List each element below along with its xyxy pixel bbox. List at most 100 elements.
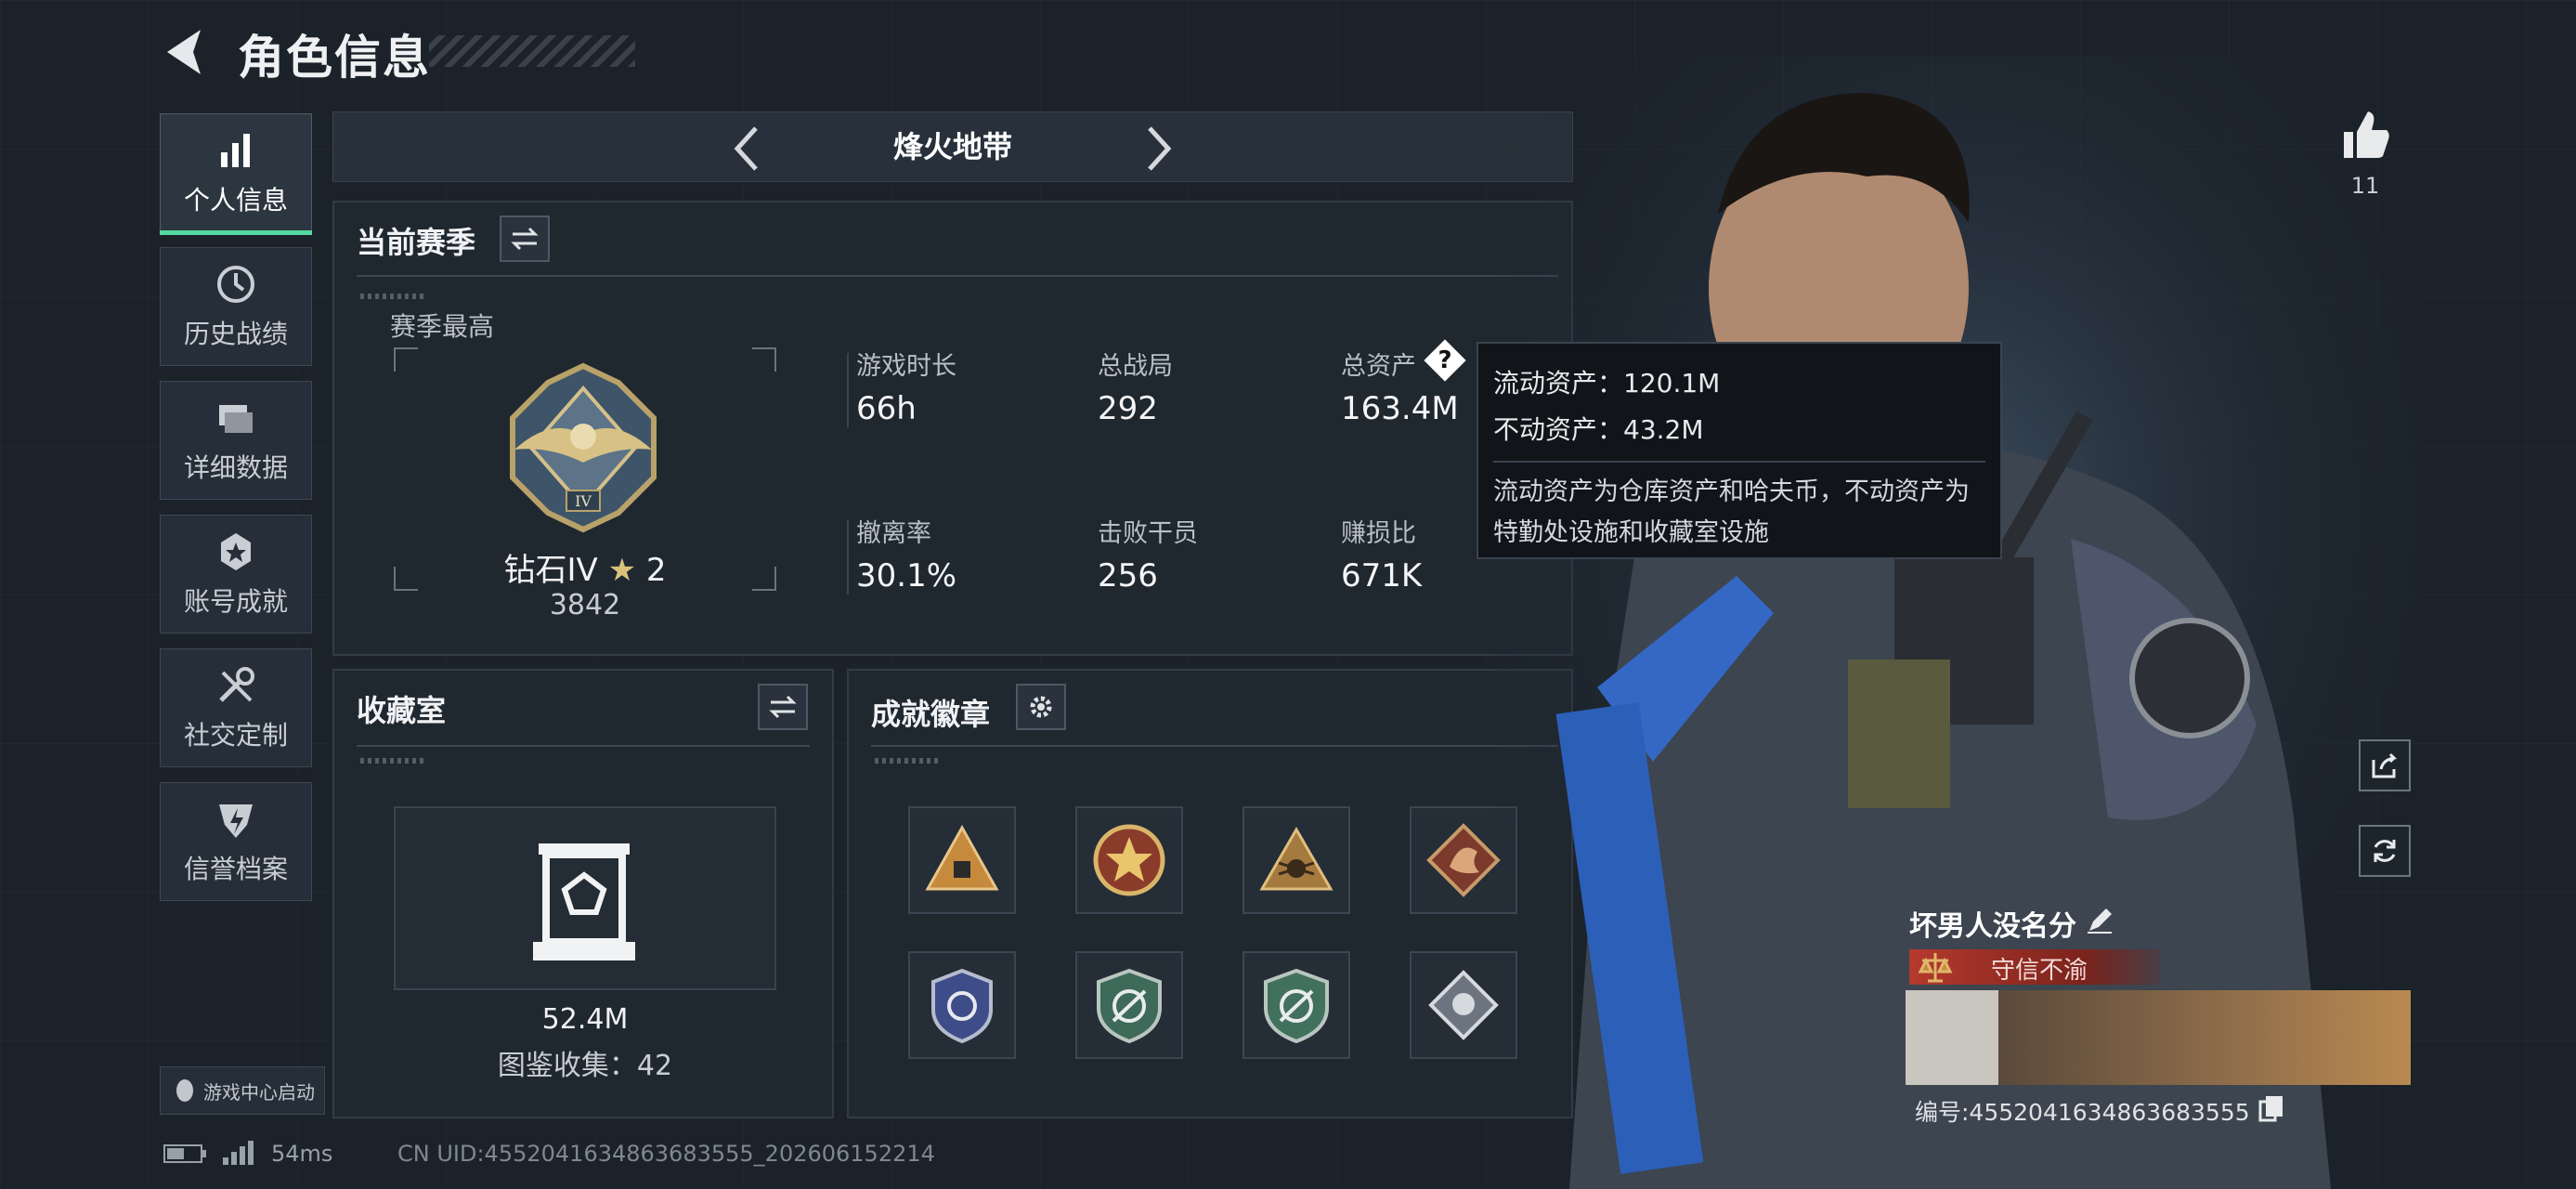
sidebar-item-achievements[interactable]: 账号成就 (160, 515, 312, 634)
badges-title: 成就徽章 (871, 697, 991, 732)
stat-value: 163.4M (1341, 390, 1459, 427)
badge-slot[interactable] (1242, 951, 1350, 1059)
rank-star-icon: ★ (607, 552, 637, 589)
share-button[interactable] (2359, 739, 2411, 791)
tooltip-liquid: 流动资产：120.1M (1493, 368, 1721, 399)
season-switch-button[interactable] (500, 216, 550, 262)
micro-decoration (360, 294, 425, 299)
badge-slot[interactable] (1075, 806, 1183, 914)
help-question-mark: ? (1438, 346, 1452, 374)
stat-label: 总战局 (1098, 352, 1173, 381)
badge-slot[interactable] (908, 951, 1016, 1059)
rank-score: 3842 (549, 589, 621, 621)
swap-icon (769, 695, 797, 719)
page-title: 角色信息 (238, 31, 431, 85)
thumbs-up-icon[interactable] (2338, 108, 2392, 162)
stat-value: 671K (1341, 557, 1423, 594)
sidebar-item-details[interactable]: 详细数据 (160, 381, 312, 500)
penguin-icon (176, 1079, 193, 1102)
shield-emblem-badge-icon (931, 968, 993, 1044)
next-mode-arrow-icon[interactable] (1135, 121, 1181, 176)
game-center-launch-button[interactable]: 游戏中心启动 (160, 1066, 325, 1115)
like-count: 11 (2350, 173, 2380, 199)
launch-label: 游戏中心启动 (203, 1080, 315, 1104)
gear-icon (1030, 696, 1052, 718)
battery-icon (163, 1144, 206, 1163)
tools-icon (219, 667, 254, 702)
mode-name: 烽火地带 (892, 129, 1012, 164)
star-seal-badge-icon (1093, 824, 1165, 896)
stat-label: 击败干员 (1098, 519, 1198, 548)
title-decoration (429, 35, 635, 67)
sidebar-item-label: 账号成就 (183, 586, 288, 617)
rank-stars: 2 (645, 552, 667, 589)
back-arrow-icon[interactable] (160, 24, 215, 80)
copy-icon[interactable] (2258, 1094, 2284, 1122)
bar-chart-icon (221, 134, 250, 167)
stat-label: 撤离率 (856, 519, 931, 548)
micro-decoration (875, 758, 940, 764)
frame-corner (394, 347, 418, 372)
divider (357, 745, 810, 747)
sidebar-item-label: 信誉档案 (183, 854, 288, 884)
badge-slot[interactable] (908, 806, 1016, 914)
sidebar-item-personal-info[interactable]: 个人信息 (160, 113, 312, 235)
rank-name: 钻石IV (503, 552, 598, 589)
stat-value: 30.1% (856, 557, 957, 594)
tooltip-note: 流动资产为仓库资产和哈夫币，不动资产为特勤处设施和收藏室设施 (1493, 461, 1985, 554)
stat-divider (847, 353, 849, 427)
divider (357, 275, 1558, 277)
credit-title: 守信不渝 (1991, 957, 2088, 985)
stat-label: 游戏时长 (856, 352, 956, 381)
player-name: 坏男人没名分 (1909, 910, 2076, 943)
collection-count: 图鉴收集：42 (497, 1050, 673, 1082)
pyramid-badge-icon (925, 824, 999, 891)
stat-label: 赚损比 (1341, 519, 1416, 548)
badge-slot[interactable] (1242, 806, 1350, 914)
crosshair-shield-badge-icon (1097, 968, 1162, 1044)
season-best-label: 赛季最高 (390, 311, 495, 342)
stat-value: 66h (856, 390, 917, 427)
stat-divider (847, 520, 849, 594)
player-id: 编号:4552041634863683555 (1915, 1099, 2250, 1126)
micro-decoration (360, 758, 425, 764)
uid-text: CN UID:4552041634863683555_202606152214 (397, 1141, 935, 1167)
edit-name-icon[interactable] (2086, 907, 2114, 934)
sidebar-item-social[interactable]: 社交定制 (160, 648, 312, 767)
sidebar-item-label: 社交定制 (183, 720, 288, 751)
stat-label: 总资产 (1341, 352, 1416, 381)
sidebar-item-credit[interactable]: 信誉档案 (160, 782, 312, 901)
prev-mode-arrow-icon[interactable] (724, 121, 771, 176)
badge-slot[interactable] (1075, 951, 1183, 1059)
sidebar-item-history[interactable]: 历史战绩 (160, 247, 312, 366)
achievement-icon (221, 533, 251, 570)
dragon-badge-icon (1426, 823, 1501, 897)
refresh-button[interactable] (2359, 825, 2411, 877)
rank-line: 钻石IV ★ 2 (394, 544, 776, 590)
sidebar-item-label: 个人信息 (183, 185, 288, 216)
svg-text:IV: IV (575, 492, 592, 510)
credit-shield-icon (219, 804, 253, 838)
tooltip-fixed: 不动资产：43.2M (1493, 414, 1704, 445)
folder-icon (219, 405, 253, 433)
divider (871, 745, 1558, 747)
display-case-icon (533, 843, 635, 960)
badges-settings-button[interactable] (1016, 684, 1066, 730)
asset-tooltip: 流动资产：120.1M 不动资产：43.2M 流动资产为仓库资产和哈夫币，不动资… (1477, 342, 2002, 559)
swap-icon (511, 227, 539, 251)
player-banner-image (1906, 990, 2411, 1085)
history-icon (217, 266, 254, 303)
collection-value: 52.4M (541, 1003, 629, 1036)
refresh-icon (2374, 840, 2396, 862)
season-title: 当前赛季 (357, 225, 476, 260)
diamond-rank-emblem-icon: IV (510, 362, 657, 533)
stat-value: 256 (1098, 557, 1158, 594)
sidebar-item-label: 详细数据 (183, 452, 288, 483)
sidebar-item-label: 历史战绩 (183, 319, 288, 349)
signal-icon (223, 1141, 254, 1165)
collection-title: 收藏室 (357, 693, 447, 728)
rose-badge-icon (1428, 970, 1499, 1040)
scales-icon (1918, 953, 1953, 983)
collection-switch-button[interactable] (758, 684, 808, 730)
spider-badge-icon (1259, 827, 1334, 891)
